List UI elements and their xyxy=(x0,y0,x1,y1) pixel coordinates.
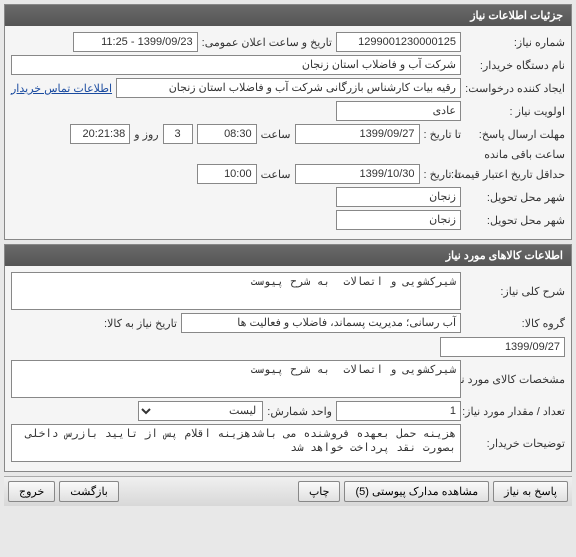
deadline-time-field: 08:30 xyxy=(197,124,257,144)
to-date-label: تا تاریخ : xyxy=(424,128,461,141)
delivery-city2-field: زنجان xyxy=(336,210,461,230)
general-desc-label: شرح کلی نیاز: xyxy=(465,285,565,298)
print-button[interactable]: چاپ xyxy=(298,481,341,502)
back-button[interactable]: بازگشت xyxy=(59,481,119,502)
group-label: گروه کالا: xyxy=(465,317,565,330)
remain-time-field: 20:21:38 xyxy=(70,124,130,144)
spec-field[interactable] xyxy=(11,360,461,398)
group-field: آب رسانی؛ مدیریت پسماند، فاضلاب و فعالیت… xyxy=(181,313,461,333)
min-credit-label: حداقل تاریخ اعتبار قیمت: xyxy=(465,168,565,181)
respond-button[interactable]: پاسخ به نیاز xyxy=(493,481,568,502)
buyer-contact-link[interactable]: اطلاعات تماس خریدار xyxy=(11,82,112,95)
need-no-field: 1299001230000125 xyxy=(336,32,461,52)
min-credit-time-label: ساعت xyxy=(261,168,291,181)
remain-label: ساعت باقی مانده xyxy=(484,148,565,161)
spacer xyxy=(123,481,294,502)
public-datetime-label: تاریخ و ساعت اعلان عمومی: xyxy=(202,36,332,49)
unit-label: واحد شمارش: xyxy=(267,405,332,418)
view-attachments-button[interactable]: مشاهده مدارک پیوستی (5) xyxy=(344,481,489,502)
need-date-label: تاریخ نیاز به کالا: xyxy=(104,317,177,330)
qty-field: 1 xyxy=(336,401,461,421)
buyer-notes-label: توضیحات خریدار: xyxy=(465,437,565,450)
need-date-field: 1399/09/27 xyxy=(440,337,565,357)
delivery-city-field: زنجان xyxy=(336,187,461,207)
general-desc-field[interactable] xyxy=(11,272,461,310)
deadline-date-field: 1399/09/27 xyxy=(295,124,420,144)
qty-label: تعداد / مقدار مورد نیاز: xyxy=(465,405,565,418)
buyer-org-field: شرکت آب و فاضلاب استان زنجان xyxy=(11,55,461,75)
deadline-time-label: ساعت xyxy=(261,128,291,141)
to-date-label-2: تا تاریخ : xyxy=(424,168,461,181)
need-no-label: شماره نیاز: xyxy=(465,36,565,49)
spec-label: مشخصات کالای مورد نیاز: xyxy=(465,373,565,386)
goods-panel: اطلاعات کالاهای مورد نیاز شرح کلی نیاز: … xyxy=(4,244,572,472)
need-details-panel: جزئیات اطلاعات نیاز شماره نیاز: 12990012… xyxy=(4,4,572,240)
days-label: روز و xyxy=(134,128,158,141)
min-credit-time-field: 10:00 xyxy=(197,164,257,184)
min-credit-date-field: 1399/10/30 xyxy=(295,164,420,184)
unit-select[interactable]: لیست xyxy=(138,401,263,421)
requester-field: رقیه بیات کارشناس بازرگانی شرکت آب و فاض… xyxy=(116,78,461,98)
buyer-org-label: نام دستگاه خریدار: xyxy=(465,59,565,72)
button-bar: پاسخ به نیاز مشاهده مدارک پیوستی (5) چاپ… xyxy=(4,476,572,506)
requester-label: ایجاد کننده درخواست: xyxy=(465,82,565,95)
need-details-header: جزئیات اطلاعات نیاز xyxy=(5,5,571,26)
delivery-city2-label: شهر محل تحویل: xyxy=(465,214,565,227)
deadline-label: مهلت ارسال پاسخ: xyxy=(465,128,565,141)
delivery-city-label: شهر محل تحویل: xyxy=(465,191,565,204)
buyer-notes-field[interactable] xyxy=(11,424,461,462)
goods-header: اطلاعات کالاهای مورد نیاز xyxy=(5,245,571,266)
days-field: 3 xyxy=(163,124,193,144)
exit-button[interactable]: خروج xyxy=(8,481,55,502)
public-datetime-field: 1399/09/23 - 11:25 xyxy=(73,32,198,52)
priority-label: اولویت نیاز : xyxy=(465,105,565,118)
priority-field: عادی xyxy=(336,101,461,121)
